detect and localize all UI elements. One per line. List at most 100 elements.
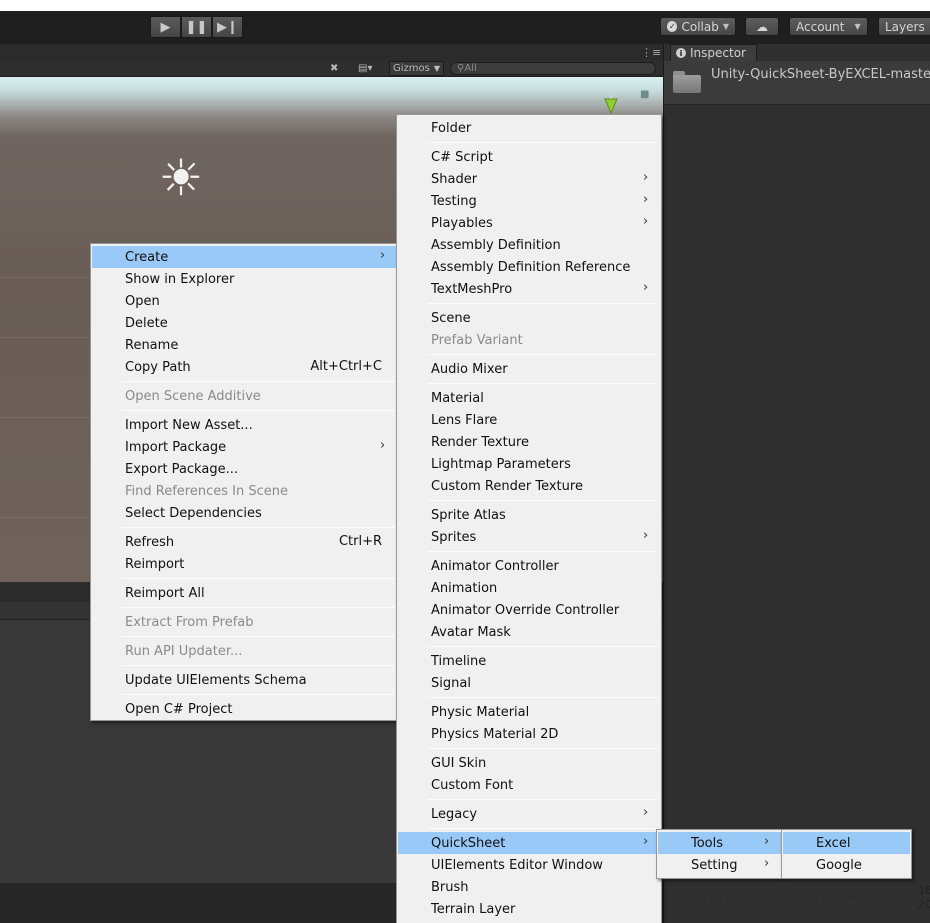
menu-separator — [427, 646, 658, 647]
quicksheet-menu-item-setting[interactable]: Setting › — [658, 854, 781, 876]
main-menu-item-export-package[interactable]: Export Package... — [92, 458, 397, 480]
menu-separator — [427, 354, 658, 355]
play-icon: ▶ — [160, 19, 171, 35]
create-menu-item-folder[interactable]: Folder — [398, 117, 660, 139]
menu-item-label: QuickSheet — [431, 835, 506, 851]
main-menu-item-copy-path[interactable]: Copy Path Alt+Ctrl+C — [92, 356, 397, 378]
play-button[interactable]: ▶ — [150, 16, 181, 38]
menu-separator — [427, 799, 658, 800]
create-menu-item-testing[interactable]: Testing › — [398, 190, 660, 212]
create-menu-item-audio-mixer[interactable]: Audio Mixer — [398, 358, 660, 380]
tools-icon[interactable]: ✖ — [330, 61, 338, 76]
tab-inspector[interactable]: i Inspector — [670, 44, 757, 61]
info-icon: i — [676, 48, 686, 58]
menu-item-label: Playables — [431, 215, 493, 231]
create-menu-item-scene[interactable]: Scene — [398, 307, 660, 329]
create-menu-item-c-script[interactable]: C# Script — [398, 146, 660, 168]
menu-item-label: Create — [125, 249, 169, 265]
create-menu-item-animator-override-controller[interactable]: Animator Override Controller — [398, 599, 660, 621]
chevron-right-icon: › — [764, 834, 770, 849]
create-menu-item-playables[interactable]: Playables › — [398, 212, 660, 234]
create-menu-item-assembly-definition-reference[interactable]: Assembly Definition Reference — [398, 256, 660, 278]
step-button[interactable]: ▶❙ — [212, 16, 243, 38]
create-menu-item-material[interactable]: Material — [398, 387, 660, 409]
main-menu-item-select-dependencies[interactable]: Select Dependencies — [92, 502, 397, 524]
panel-menu-icon[interactable]: ⋮≡ — [641, 46, 661, 59]
main-menu-item-open[interactable]: Open — [92, 290, 397, 312]
main-menu-item-refresh[interactable]: Refresh Ctrl+R — [92, 531, 397, 553]
create-menu-item-signal[interactable]: Signal — [398, 672, 660, 694]
tools-menu-item-excel[interactable]: Excel — [783, 832, 910, 854]
create-menu-item-animator-controller[interactable]: Animator Controller — [398, 555, 660, 577]
create-menu-item-uielements-editor-window[interactable]: UIElements Editor Window — [398, 854, 660, 876]
cloud-button[interactable]: ☁ — [745, 17, 779, 36]
menu-item-label: Terrain Layer — [431, 901, 516, 917]
watermark: https://blog.csdn.net/XYquiyou — [706, 894, 930, 912]
menu-item-label: Lens Flare — [431, 412, 498, 428]
inspector-panel: i Inspector Unity-QuickSheet-ByEXCEL-mas… — [663, 44, 930, 923]
create-menu-item-avatar-mask[interactable]: Avatar Mask — [398, 621, 660, 643]
main-menu-item-show-in-explorer[interactable]: Show in Explorer — [92, 268, 397, 290]
scene-search-input[interactable]: ⚲All — [450, 62, 656, 75]
create-menu-item-shader[interactable]: Shader › — [398, 168, 660, 190]
create-menu-item-lens-flare[interactable]: Lens Flare — [398, 409, 660, 431]
create-menu-item-custom-render-texture[interactable]: Custom Render Texture — [398, 475, 660, 497]
main-menu-item-reimport-all[interactable]: Reimport All — [92, 582, 397, 604]
menu-item-label: Refresh — [125, 534, 175, 550]
main-menu-item-create[interactable]: Create › — [92, 246, 397, 268]
pause-icon: ❚❚ — [185, 19, 208, 35]
create-menu-item-physics-material-2d[interactable]: Physics Material 2D — [398, 723, 660, 745]
main-menu-item-import-package[interactable]: Import Package › — [92, 436, 397, 458]
account-button[interactable]: Account ▼ — [789, 17, 868, 36]
create-menu-item-timeline[interactable]: Timeline — [398, 650, 660, 672]
menu-item-label: Legacy — [431, 806, 478, 822]
create-menu-item-gui-skin[interactable]: GUI Skin — [398, 752, 660, 774]
menu-separator — [121, 636, 395, 637]
collab-button[interactable]: ✓ Collab ▼ — [660, 17, 736, 36]
main-menu-item-open-c-project[interactable]: Open C# Project — [92, 698, 397, 720]
orientation-gizmo-icon[interactable] — [601, 95, 621, 115]
create-menu-item-assembly-definition[interactable]: Assembly Definition — [398, 234, 660, 256]
create-menu-item-lightmap-parameters[interactable]: Lightmap Parameters — [398, 453, 660, 475]
camera-icon[interactable]: ▤▾ — [358, 61, 372, 76]
main-menu-item-update-uielements-schema[interactable]: Update UIElements Schema — [92, 669, 397, 691]
create-menu-item-custom-font[interactable]: Custom Font — [398, 774, 660, 796]
pause-button[interactable]: ❚❚ — [181, 16, 212, 38]
chevron-right-icon: › — [643, 528, 649, 543]
collab-label: Collab — [681, 19, 719, 34]
gizmos-button[interactable]: Gizmos ▼ — [389, 61, 445, 76]
main-menu-item-import-new-asset[interactable]: Import New Asset... — [92, 414, 397, 436]
main-menu-item-run-api-updater: Run API Updater... — [92, 640, 397, 662]
create-menu-item-legacy[interactable]: Legacy › — [398, 803, 660, 825]
quicksheet-menu-item-tools[interactable]: Tools › — [658, 832, 781, 854]
tools-menu-item-google[interactable]: Google — [783, 854, 910, 876]
create-menu-item-sprites[interactable]: Sprites › — [398, 526, 660, 548]
create-menu-item-sprite-atlas[interactable]: Sprite Atlas — [398, 504, 660, 526]
menu-item-label: Update UIElements Schema — [125, 672, 307, 688]
create-menu-item-terrain-layer[interactable]: Terrain Layer — [398, 898, 660, 920]
main-menu-item-delete[interactable]: Delete — [92, 312, 397, 334]
create-menu-item-physic-material[interactable]: Physic Material — [398, 701, 660, 723]
create-menu-item-render-texture[interactable]: Render Texture — [398, 431, 660, 453]
clock-top: 16 — [918, 884, 930, 897]
menu-item-label: Assembly Definition Reference — [431, 259, 631, 275]
layers-button[interactable]: Layers — [878, 17, 930, 36]
menu-item-label: Animator Controller — [431, 558, 559, 574]
main-menu-item-reimport[interactable]: Reimport — [92, 553, 397, 575]
main-menu-item-rename[interactable]: Rename — [92, 334, 397, 356]
menu-item-label: Copy Path — [125, 359, 191, 375]
menu-item-label: Setting — [691, 857, 738, 873]
create-menu-item-prefab-variant: Prefab Variant — [398, 329, 660, 351]
main-menu-item-open-scene-additive: Open Scene Additive — [92, 385, 397, 407]
menu-item-label: Animator Override Controller — [431, 602, 620, 618]
menu-item-label: Sprites — [431, 529, 477, 545]
create-menu-item-quicksheet[interactable]: QuickSheet › — [398, 832, 660, 854]
lock-icon[interactable]: ■ — [640, 89, 649, 100]
menu-item-label: Import Package — [125, 439, 227, 455]
sun-icon[interactable]: ☀ — [154, 151, 208, 205]
menu-item-label: Custom Render Texture — [431, 478, 583, 494]
create-menu-item-textmeshpro[interactable]: TextMeshPro › — [398, 278, 660, 300]
shortcut-label: Alt+Ctrl+C — [310, 359, 382, 374]
create-menu-item-brush[interactable]: Brush — [398, 876, 660, 898]
create-menu-item-animation[interactable]: Animation — [398, 577, 660, 599]
